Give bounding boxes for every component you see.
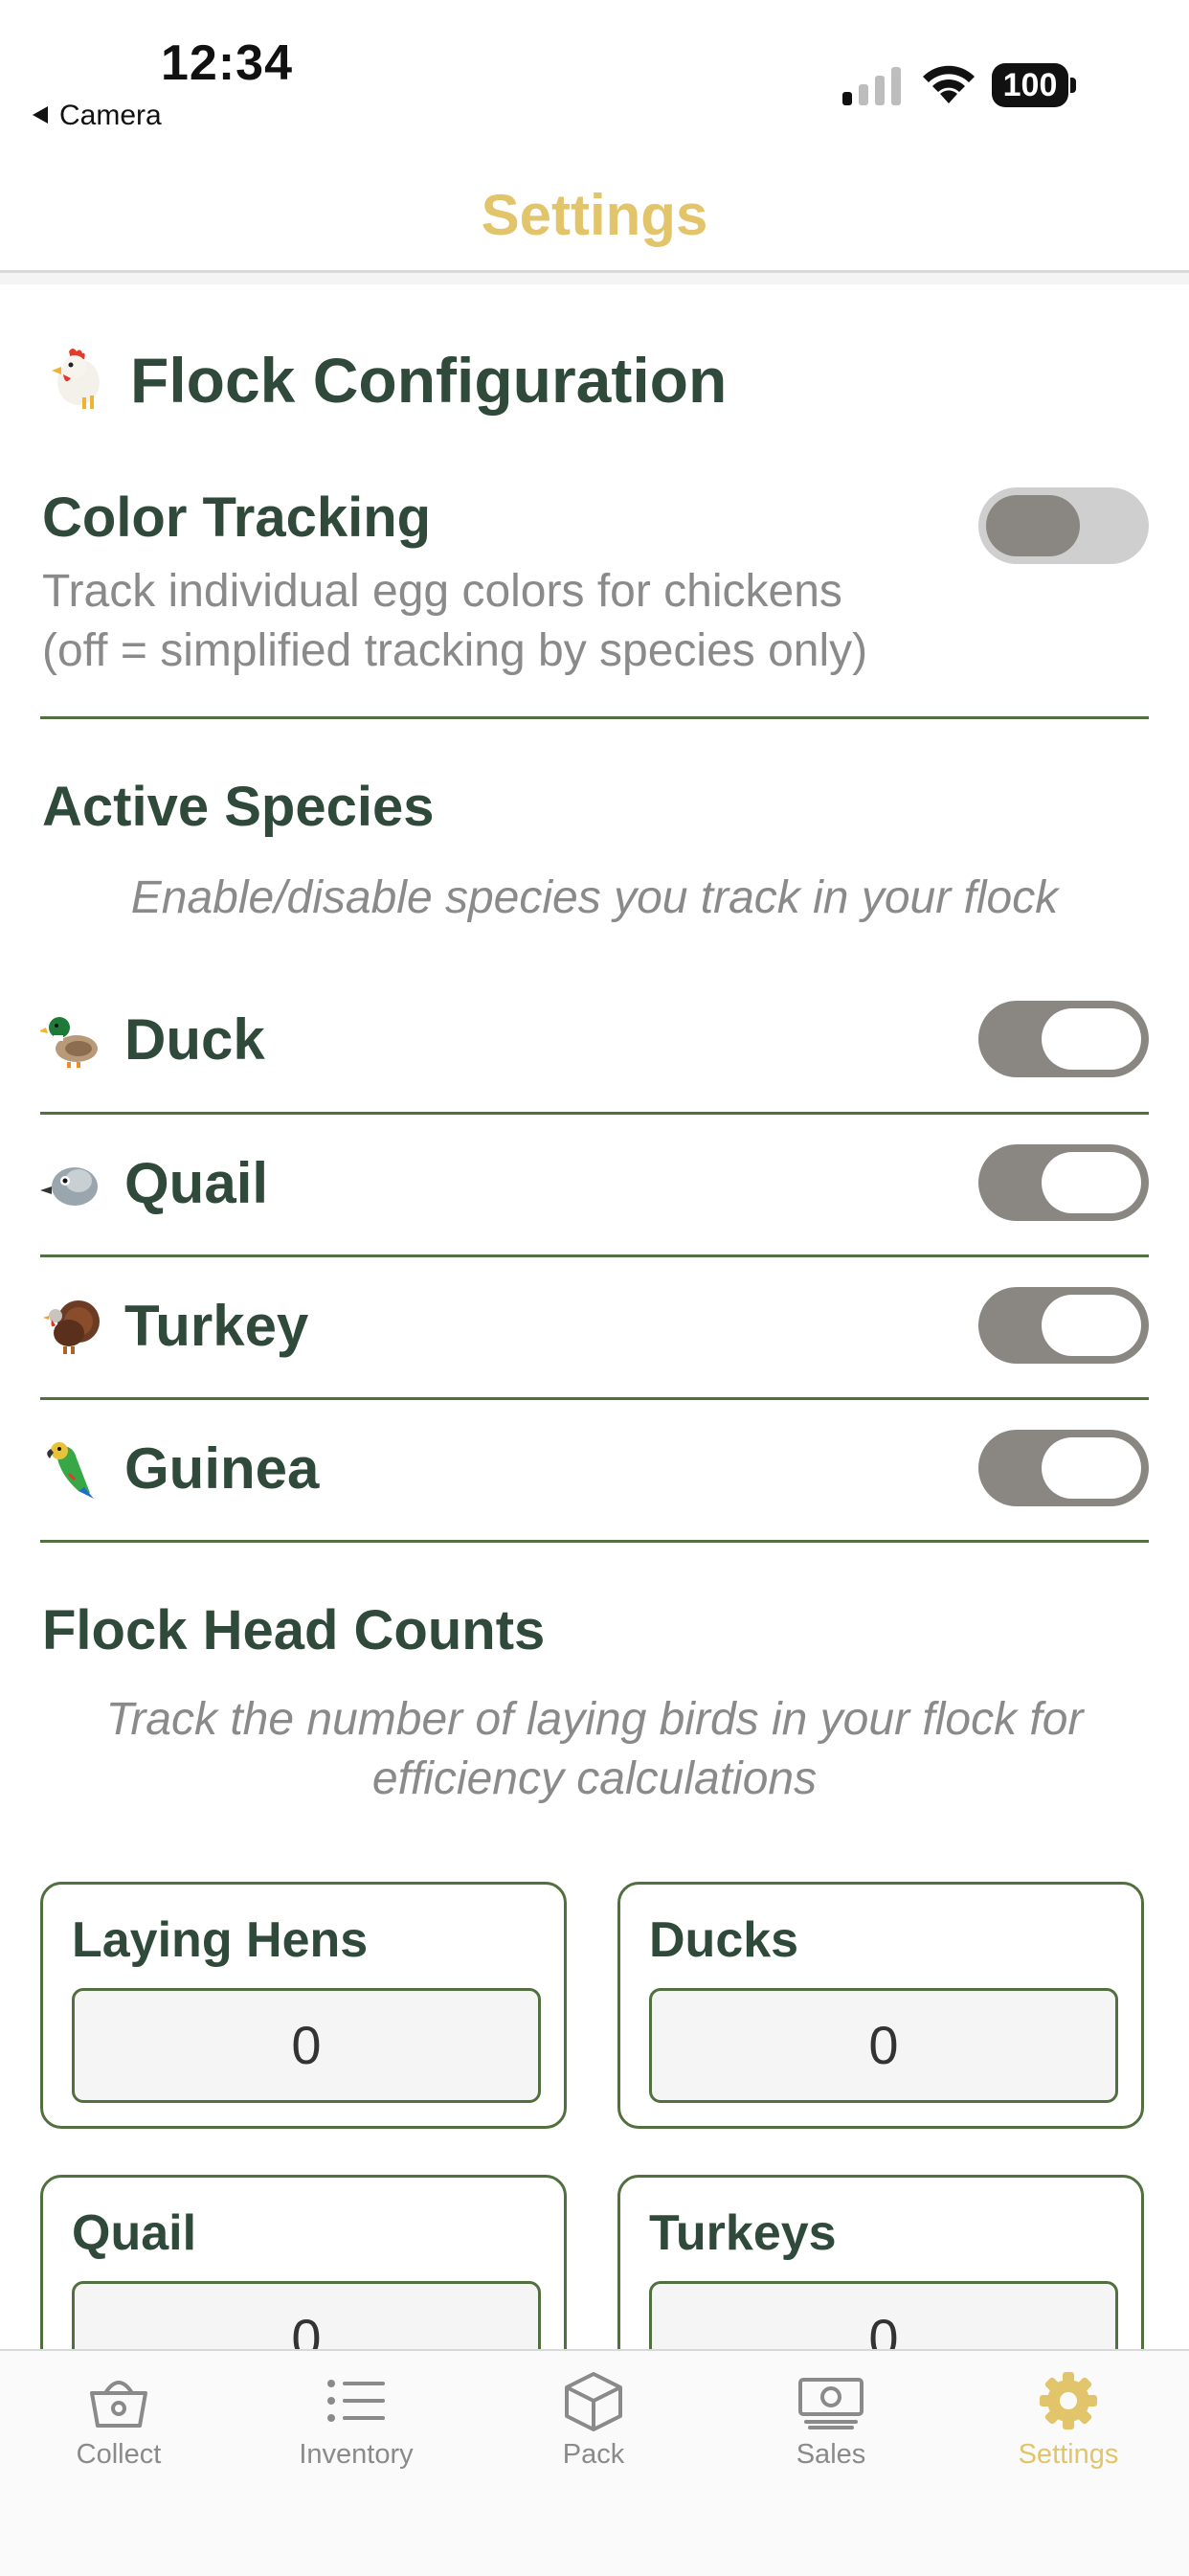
flock-configuration-title: Flock Configuration (130, 345, 728, 416)
toggle-knob (1042, 1437, 1141, 1499)
species-divider (40, 1540, 1149, 1543)
quail-count-input[interactable]: 0 (72, 2281, 541, 2349)
tab-label: Settings (1018, 2439, 1119, 2470)
toggle-knob (1042, 1008, 1141, 1070)
settings-scroll-content[interactable]: Flock Configuration Color Tracking Track… (0, 284, 1189, 2349)
head-count-label: Turkeys (649, 2205, 837, 2261)
basket-icon (90, 2381, 147, 2428)
guinea-toggle[interactable] (978, 1430, 1149, 1506)
header-separator (0, 273, 1189, 284)
back-label: Camera (59, 100, 162, 131)
tab-bar: Collect Inventory Pack Sales Settings (0, 2349, 1189, 2576)
color-tracking-toggle[interactable] (978, 487, 1149, 564)
turkey-emoji-icon (43, 1300, 100, 1354)
quail-emoji-icon (40, 1167, 98, 1206)
back-arrow-icon (33, 106, 48, 124)
flock-head-counts-subtitle-line2: efficiency calculations (371, 1753, 818, 1804)
gear-icon (1040, 2372, 1097, 2429)
toggle-knob (1042, 1152, 1141, 1213)
status-time: 12:34 (161, 35, 293, 91)
duck-toggle[interactable] (978, 1001, 1149, 1077)
species-label-turkey: Turkey (124, 1294, 309, 1358)
species-label-duck: Duck (124, 1007, 265, 1072)
tab-label: Pack (562, 2439, 625, 2470)
ducks-count-input[interactable]: 0 (649, 1988, 1118, 2103)
wifi-icon (923, 65, 975, 103)
turkeys-count-input[interactable]: 0 (649, 2281, 1118, 2349)
head-count-card-quail: Quail 0 (40, 2175, 567, 2349)
head-count-card-laying-hens: Laying Hens 0 (40, 1882, 567, 2129)
head-count-label: Laying Hens (72, 1912, 369, 1968)
tab-sales[interactable]: Sales (712, 2370, 950, 2504)
page-title: Settings (481, 183, 708, 247)
species-row-turkey: Turkey (40, 1256, 1149, 1398)
section-divider (40, 716, 1149, 719)
active-species-subtitle: Enable/disable species you track in your… (130, 872, 1059, 923)
box-icon (565, 2372, 622, 2431)
flock-head-counts-subtitle-line1: Track the number of laying birds in your… (105, 1694, 1084, 1745)
species-row-duck: Duck (40, 970, 1149, 1112)
head-count-label: Quail (72, 2205, 197, 2261)
turkey-toggle[interactable] (978, 1287, 1149, 1364)
tab-label: Inventory (299, 2439, 414, 2470)
toggle-knob (1042, 1295, 1141, 1356)
battery-icon: 100 (992, 63, 1076, 107)
parrot-emoji-icon (47, 1442, 94, 1499)
tab-inventory[interactable]: Inventory (237, 2370, 475, 2504)
cash-icon (798, 2378, 864, 2429)
species-label-guinea: Guinea (124, 1436, 320, 1501)
cellular-signal-icon (842, 67, 901, 105)
tab-settings[interactable]: Settings (950, 2370, 1187, 2504)
battery-level: 100 (992, 63, 1068, 107)
head-count-label: Ducks (649, 1912, 799, 1968)
species-row-quail: Quail (40, 1114, 1149, 1255)
species-row-guinea: Guinea (40, 1399, 1149, 1541)
quail-toggle[interactable] (978, 1144, 1149, 1221)
active-species-title: Active Species (42, 776, 435, 838)
color-tracking-description-line1: Track individual egg colors for chickens (42, 566, 842, 617)
head-count-card-turkeys: Turkeys 0 (617, 2175, 1144, 2349)
rooster-emoji-icon (52, 349, 100, 409)
navigation-bar: Settings (0, 153, 1189, 273)
laying-hens-count-input[interactable]: 0 (72, 1988, 541, 2103)
status-bar: 12:34 Camera 100 (0, 0, 1189, 153)
toggle-knob (986, 495, 1080, 556)
color-tracking-title: Color Tracking (42, 486, 432, 549)
species-label-quail: Quail (124, 1151, 269, 1215)
back-to-camera-link[interactable]: Camera (33, 100, 162, 132)
flock-head-counts-title: Flock Head Counts (42, 1599, 546, 1661)
tab-label: Collect (76, 2439, 162, 2470)
duck-emoji-icon (40, 1017, 98, 1068)
tab-pack[interactable]: Pack (475, 2370, 712, 2504)
tab-collect[interactable]: Collect (0, 2370, 237, 2504)
list-icon (327, 2380, 385, 2422)
color-tracking-description-line2: (off = simplified tracking by species on… (42, 625, 868, 676)
head-count-card-ducks: Ducks 0 (617, 1882, 1144, 2129)
tab-label: Sales (796, 2439, 866, 2470)
